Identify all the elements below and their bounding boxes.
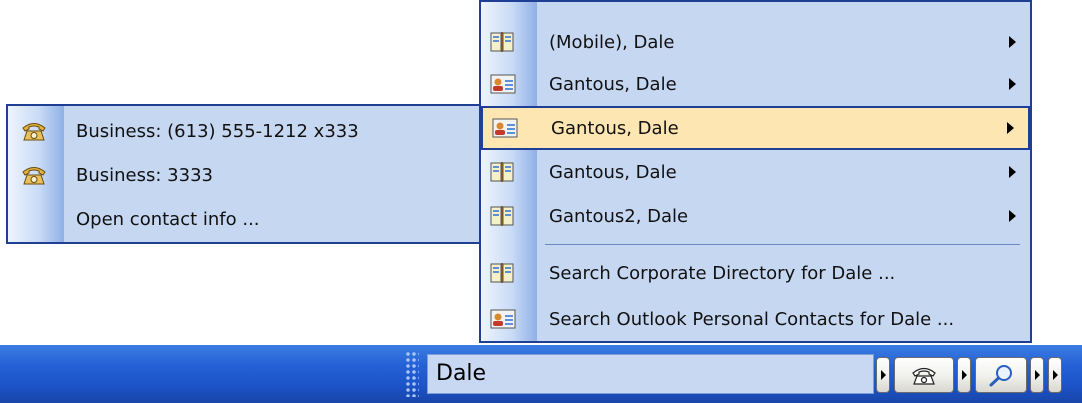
telephone-icon bbox=[911, 365, 937, 385]
menu-item-search-outlook-contacts[interactable]: Search Outlook Personal Contacts for Dal… bbox=[481, 297, 1030, 341]
menu-item-label: Gantous, Dale bbox=[549, 73, 677, 95]
address-book-icon bbox=[490, 31, 514, 53]
menu-item-gantous-dale-1[interactable]: Gantous, Dale bbox=[481, 62, 1030, 106]
address-book-icon bbox=[490, 161, 514, 183]
magnifier-icon bbox=[987, 363, 1015, 387]
menu-item-label: Search Outlook Personal Contacts for Dal… bbox=[549, 308, 955, 330]
toolbar-grip-handle[interactable] bbox=[405, 351, 419, 397]
submenu-item-label: Open contact info ... bbox=[76, 208, 260, 230]
expand-button[interactable] bbox=[876, 357, 890, 393]
submenu-arrow-icon bbox=[1009, 78, 1016, 90]
menu-item-search-corporate-directory[interactable]: Search Corporate Directory for Dale ... bbox=[481, 251, 1030, 295]
submenu-item-business-phone-2[interactable]: Business: 3333 bbox=[8, 153, 479, 197]
contact-card-icon bbox=[490, 73, 516, 95]
submenu-item-label: Business: (613) 555-1212 x333 bbox=[76, 120, 359, 142]
submenu-arrow-icon bbox=[1009, 36, 1016, 48]
address-book-icon bbox=[490, 262, 514, 284]
dial-dropdown-button[interactable] bbox=[957, 357, 971, 393]
telephone-icon bbox=[21, 120, 47, 142]
dial-button[interactable] bbox=[894, 357, 954, 393]
contact-lookup-menu: (Mobile), Dale Gantous, Dale Gantous, Da… bbox=[479, 0, 1032, 343]
menu-item-label: (Mobile), Dale bbox=[549, 31, 675, 53]
menu-item-label: Gantous, Dale bbox=[551, 117, 679, 139]
menu-item-gantous2-dale[interactable]: Gantous2, Dale bbox=[481, 194, 1030, 238]
dropdown-arrow-icon bbox=[881, 370, 886, 380]
submenu-item-label: Business: 3333 bbox=[76, 164, 213, 186]
menu-item-label: Gantous, Dale bbox=[549, 161, 677, 183]
dropdown-arrow-icon bbox=[1035, 370, 1040, 380]
contact-card-icon bbox=[490, 308, 516, 330]
menu-item-mobile-dale[interactable]: (Mobile), Dale bbox=[481, 20, 1030, 64]
contact-search-input[interactable]: Dale bbox=[427, 354, 874, 394]
search-dropdown-button[interactable] bbox=[1030, 357, 1044, 393]
submenu-arrow-icon bbox=[1009, 210, 1016, 222]
more-button[interactable] bbox=[1048, 357, 1062, 393]
submenu-item-open-contact-info[interactable]: Open contact info ... bbox=[8, 197, 479, 241]
contact-card-icon bbox=[492, 117, 518, 139]
submenu-item-business-phone-1[interactable]: Business: (613) 555-1212 x333 bbox=[8, 109, 479, 153]
search-button[interactable] bbox=[975, 357, 1027, 393]
menu-item-gantous-dale-2[interactable]: Gantous, Dale bbox=[481, 106, 1030, 150]
contact-phone-submenu: Business: (613) 555-1212 x333 Business: … bbox=[6, 104, 481, 244]
dropdown-arrow-icon bbox=[962, 370, 967, 380]
submenu-arrow-icon bbox=[1009, 166, 1016, 178]
submenu-arrow-icon bbox=[1007, 122, 1014, 134]
menu-separator bbox=[545, 244, 1020, 245]
menu-item-label: Search Corporate Directory for Dale ... bbox=[549, 262, 896, 284]
address-book-icon bbox=[490, 205, 514, 227]
dropdown-arrow-icon bbox=[1053, 370, 1058, 380]
telephone-icon bbox=[21, 164, 47, 186]
menu-item-label: Gantous2, Dale bbox=[549, 205, 689, 227]
menu-item-gantous-dale-3[interactable]: Gantous, Dale bbox=[481, 150, 1030, 194]
